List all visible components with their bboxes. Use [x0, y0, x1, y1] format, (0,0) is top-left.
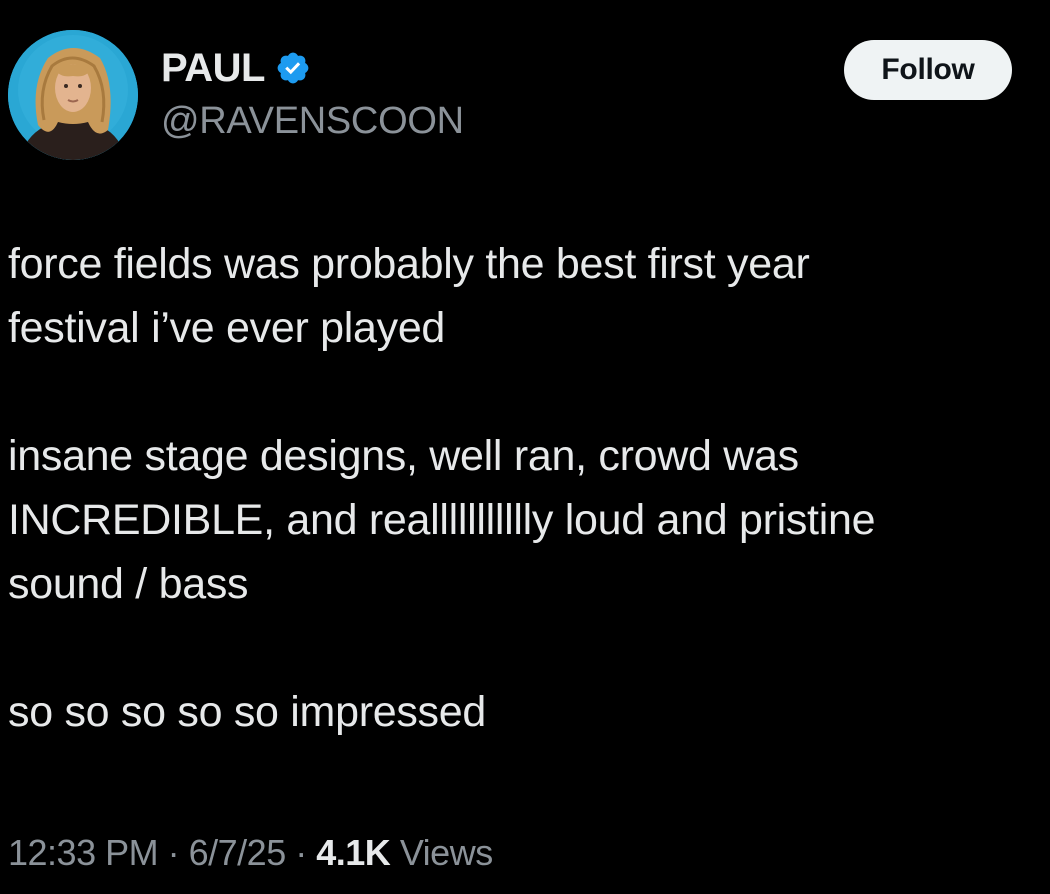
views-label: Views [399, 832, 493, 873]
profile-photo [8, 30, 138, 160]
author-handle[interactable]: @RAVENSCOON [161, 98, 464, 144]
tweet-text: force fields was probably the best first… [8, 232, 1038, 744]
avatar[interactable] [8, 30, 138, 160]
tweet-paragraph: insane stage designs, well ran, crowd wa… [8, 432, 876, 608]
verified-badge-icon [275, 50, 311, 86]
author-display-name[interactable]: PAUL [161, 44, 265, 92]
follow-button[interactable]: Follow [844, 40, 1012, 100]
views-count[interactable]: 4.1K [316, 832, 391, 873]
tweet-time[interactable]: 12:33 PM [8, 832, 159, 873]
meta-separator: · [295, 832, 307, 873]
tweet-paragraph: force fields was probably the best first… [8, 240, 810, 352]
tweet-paragraph: so so so so so impressed [8, 688, 486, 736]
tweet-card: PAUL @RAVENSCOON Follow force fields was… [0, 0, 1050, 894]
tweet-date[interactable]: 6/7/25 [189, 832, 287, 873]
tweet-meta: 12:33 PM · 6/7/25 · 4.1K Views [8, 830, 493, 876]
meta-separator: · [167, 832, 180, 873]
author-name-row: PAUL [161, 44, 311, 92]
